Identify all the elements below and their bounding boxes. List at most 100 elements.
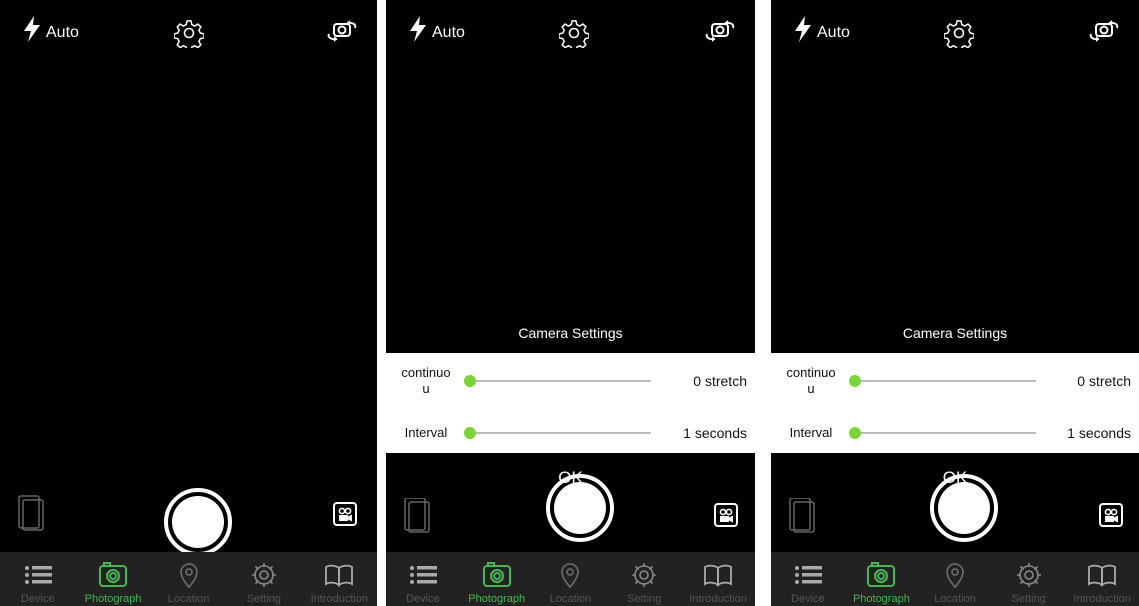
- top-bar: Auto: [771, 0, 1139, 70]
- tab-photograph[interactable]: Photograph: [460, 552, 534, 606]
- tab-setting[interactable]: Setting: [226, 552, 301, 606]
- tab-label: Location: [934, 593, 976, 605]
- slider-track: [468, 432, 651, 434]
- tab-photograph[interactable]: Photograph: [845, 552, 919, 606]
- continuous-value: 0 stretch: [693, 373, 747, 389]
- shutter-button[interactable]: [546, 474, 614, 542]
- tab-introduction[interactable]: Introduction: [1065, 552, 1139, 606]
- interval-value: 1 seconds: [683, 425, 747, 441]
- gallery-icon[interactable]: [404, 498, 430, 538]
- list-icon: [794, 566, 822, 584]
- shutter-inner: [554, 482, 606, 534]
- tab-device[interactable]: Device: [0, 552, 75, 606]
- video-mode-icon[interactable]: [333, 502, 357, 526]
- tab-label: Introduction: [689, 593, 747, 605]
- continuous-row: continuo u 0 stretch: [771, 361, 1139, 401]
- location-pin-icon: [946, 563, 964, 589]
- tab-label: Location: [167, 593, 210, 605]
- list-icon: [24, 566, 52, 584]
- tab-device[interactable]: Device: [771, 552, 845, 606]
- camera-screen-3: Auto Camera Settings continuo u 0 stretc…: [771, 0, 1139, 606]
- flash-icon: [795, 16, 811, 42]
- flash-toggle[interactable]: Auto: [22, 16, 79, 42]
- interval-row: Interval 1 seconds: [771, 413, 1139, 453]
- tab-label: Setting: [627, 593, 662, 605]
- list-icon: [409, 566, 437, 584]
- switch-camera-icon[interactable]: [325, 20, 359, 42]
- slider-track: [853, 432, 1036, 434]
- flash-icon: [24, 16, 40, 42]
- location-pin-icon: [179, 563, 198, 589]
- slider-thumb[interactable]: [464, 427, 476, 439]
- capture-bar: [0, 468, 377, 558]
- tab-location[interactable]: Location: [151, 552, 226, 606]
- camera-settings-sheet: continuo u 0 stretch Interval 1 seconds: [771, 353, 1139, 453]
- tab-setting[interactable]: Setting: [992, 552, 1066, 606]
- continuous-label: continuo u: [401, 365, 451, 396]
- camera-settings-sheet: continuo u 0 stretch Interval 1 seconds: [386, 353, 755, 453]
- gallery-icon[interactable]: [18, 492, 44, 532]
- camera-icon: [482, 562, 511, 587]
- top-bar: Auto: [0, 0, 377, 70]
- tab-bar: Device Photograph Location Setting Intro…: [0, 552, 377, 606]
- tab-label: Introduction: [310, 593, 369, 605]
- interval-label: Interval: [789, 425, 833, 440]
- tab-label: Photograph: [852, 593, 910, 605]
- video-mode-icon[interactable]: [1099, 503, 1123, 527]
- camera-icon: [867, 562, 896, 587]
- gear-icon[interactable]: [559, 18, 589, 48]
- continuous-value: 0 stretch: [1077, 373, 1131, 389]
- interval-slider[interactable]: [849, 425, 1036, 441]
- tab-location[interactable]: Location: [918, 552, 992, 606]
- tab-label: Device: [790, 593, 825, 605]
- continuous-slider[interactable]: [849, 373, 1036, 389]
- tab-introduction[interactable]: Introduction: [302, 552, 377, 606]
- slider-track: [853, 380, 1036, 382]
- interval-value: 1 seconds: [1067, 425, 1131, 441]
- continuous-slider[interactable]: [464, 373, 651, 389]
- flash-toggle[interactable]: Auto: [793, 16, 850, 42]
- tab-label: Device: [406, 593, 440, 605]
- camera-screen-1: Auto Device Photograph Location Setting …: [0, 0, 377, 606]
- tab-label: Setting: [1011, 593, 1046, 605]
- tab-label: Setting: [246, 593, 282, 605]
- flash-mode-label: Auto: [432, 24, 465, 41]
- tab-location[interactable]: Location: [534, 552, 608, 606]
- camera-icon: [99, 562, 128, 587]
- interval-slider[interactable]: [464, 425, 651, 441]
- slider-thumb[interactable]: [849, 427, 861, 439]
- gear-icon[interactable]: [944, 18, 974, 48]
- switch-camera-icon[interactable]: [703, 20, 737, 42]
- tab-photograph[interactable]: Photograph: [75, 552, 150, 606]
- flash-toggle[interactable]: Auto: [408, 16, 465, 42]
- video-mode-icon[interactable]: [714, 503, 738, 527]
- slider-track: [468, 380, 651, 382]
- tab-device[interactable]: Device: [386, 552, 460, 606]
- camera-settings-title: Camera Settings: [518, 325, 623, 341]
- shutter-button[interactable]: [930, 474, 998, 542]
- gear-icon[interactable]: [174, 18, 204, 48]
- tab-label: Photograph: [468, 593, 526, 605]
- continuous-row: continuo u 0 stretch: [386, 361, 755, 401]
- gear-icon: [251, 563, 276, 587]
- flash-icon: [410, 16, 426, 42]
- shutter-button[interactable]: [164, 488, 232, 556]
- gallery-icon[interactable]: [789, 498, 815, 538]
- location-pin-icon: [561, 563, 580, 589]
- shutter-inner: [172, 496, 224, 548]
- tab-bar: Device Photograph Location Setting Intro…: [386, 552, 755, 606]
- gear-icon: [632, 563, 657, 587]
- switch-camera-icon[interactable]: [1087, 20, 1121, 42]
- tab-introduction[interactable]: Introduction: [681, 552, 755, 606]
- tab-label: Device: [20, 593, 55, 605]
- flash-mode-label: Auto: [817, 24, 850, 41]
- camera-settings-title: Camera Settings: [902, 325, 1008, 341]
- shutter-inner: [938, 482, 990, 534]
- tab-setting[interactable]: Setting: [607, 552, 681, 606]
- book-icon: [704, 564, 732, 587]
- slider-thumb[interactable]: [464, 375, 476, 387]
- slider-thumb[interactable]: [849, 375, 861, 387]
- tab-label: Photograph: [84, 593, 142, 605]
- book-icon: [325, 564, 354, 587]
- camera-screen-2: Auto Camera Settings continuo u 0 stretc…: [386, 0, 755, 606]
